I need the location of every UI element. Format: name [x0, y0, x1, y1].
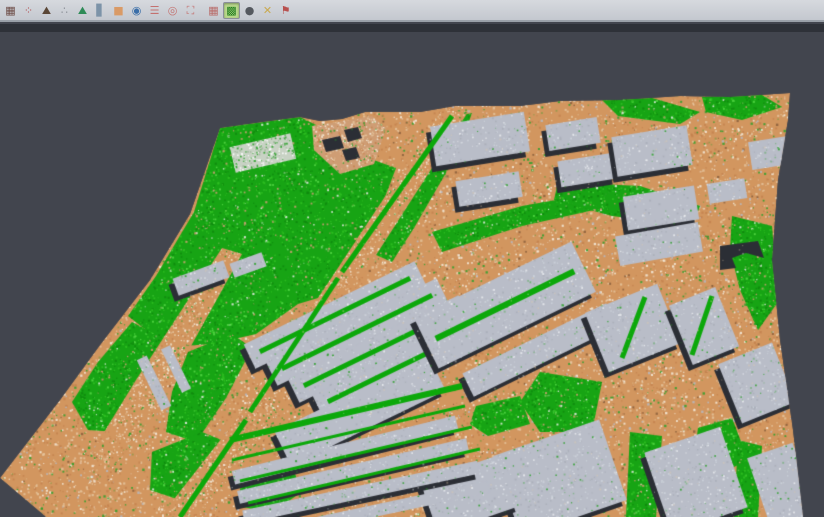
classified-map-icon[interactable]: ▩	[223, 2, 240, 19]
sphere-dark-icon[interactable]: ●	[241, 2, 258, 19]
terrain-dark-icon[interactable]: ⛰	[38, 2, 55, 19]
viewport-top-border	[0, 24, 824, 32]
ortho-square-icon[interactable]: ■	[110, 2, 127, 19]
circle-select-icon[interactable]: ◎	[164, 2, 181, 19]
raster-mosaic-icon[interactable]: ▦	[2, 2, 19, 19]
selection-bounds-icon[interactable]: ⛶	[182, 2, 199, 19]
layers-red-icon[interactable]: ☰	[146, 2, 163, 19]
measure-icon[interactable]: ✕	[259, 2, 276, 19]
terrain-green-icon[interactable]: ⛰	[74, 2, 91, 19]
flag-red-icon[interactable]: ⚑	[277, 2, 294, 19]
grid-red-icon[interactable]: ▦	[205, 2, 222, 19]
globe-icon[interactable]: ◉	[128, 2, 145, 19]
point-cloud-3d-viewport[interactable]	[0, 0, 824, 517]
toolbar: ▦⁘⛰∴⛰▋■◉☰◎⛶▦▩●✕⚑	[0, 0, 824, 22]
app-window: ▦⁘⛰∴⛰▋■◉☰◎⛶▦▩●✕⚑	[0, 0, 824, 517]
sparse-points-icon[interactable]: ∴	[56, 2, 73, 19]
side-panel-icon[interactable]: ▋	[92, 2, 109, 19]
classify-points-icon[interactable]: ⁘	[20, 2, 37, 19]
